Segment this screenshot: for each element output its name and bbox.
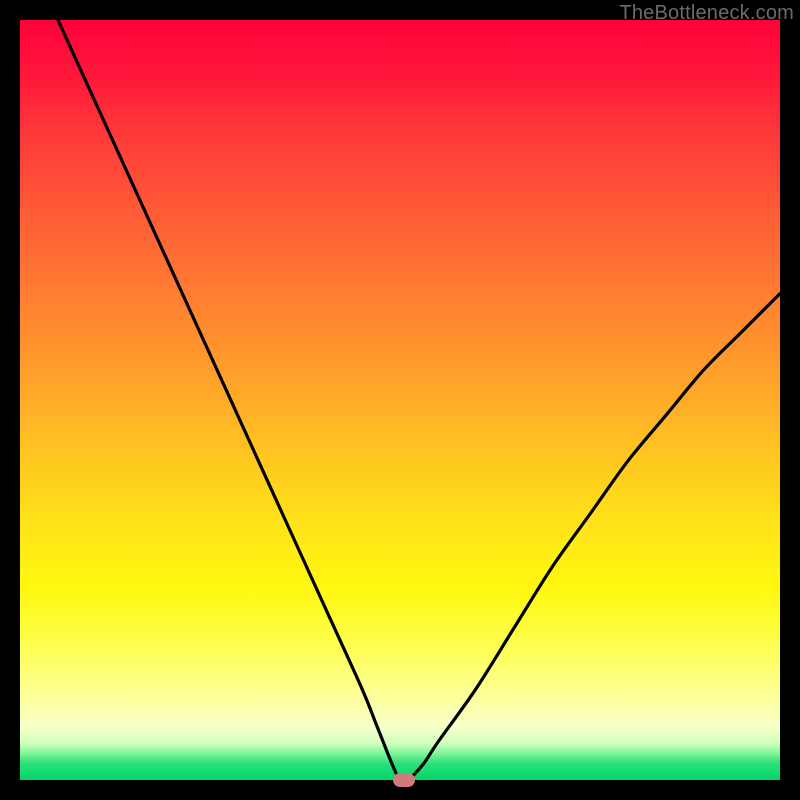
watermark-text: TheBottleneck.com — [619, 2, 794, 25]
optimal-marker — [393, 773, 415, 787]
chart-frame: TheBottleneck.com — [0, 0, 800, 800]
bottleneck-curve — [20, 20, 780, 780]
